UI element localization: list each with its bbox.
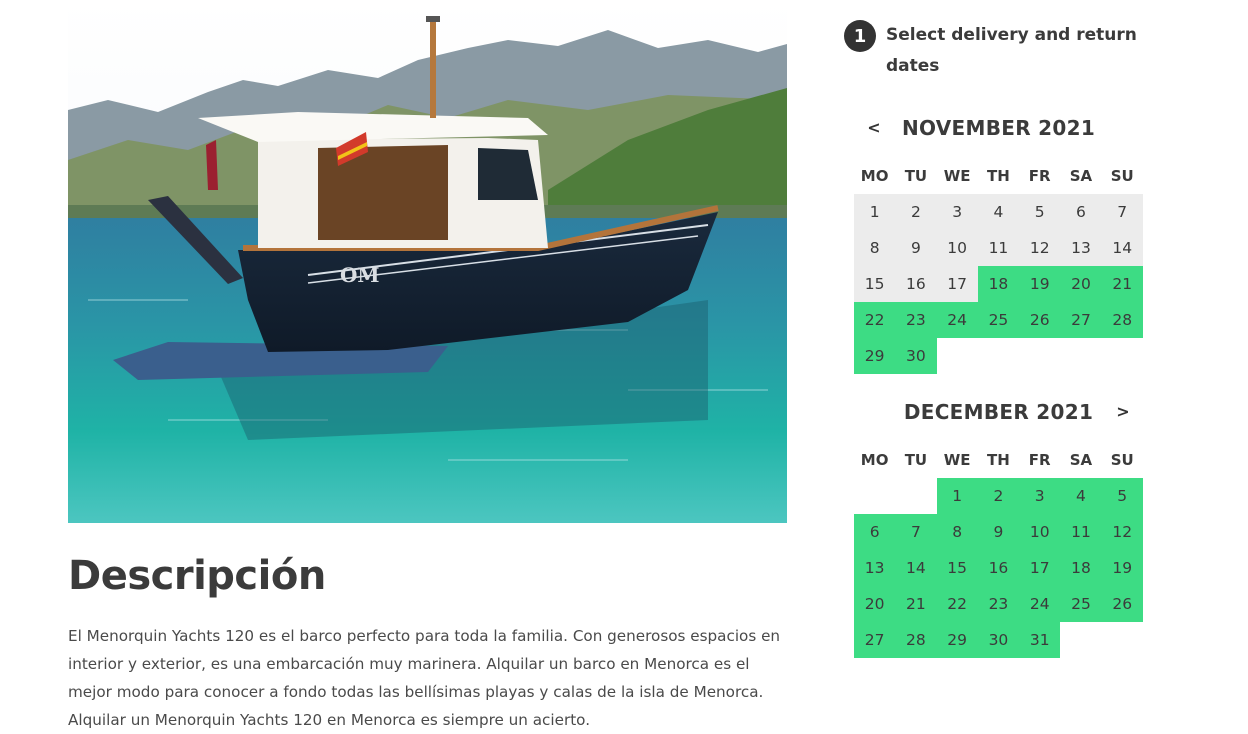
calendar-day-unavailable: 14 (1101, 230, 1143, 266)
calendar-day-available[interactable]: 3 (1019, 478, 1061, 514)
calendar-day-available[interactable]: 26 (1101, 586, 1143, 622)
calendar-header: < NOVEMBER 2021 (854, 110, 1143, 158)
calendar-day-available[interactable]: 19 (1101, 550, 1143, 586)
calendar-day-available[interactable]: 12 (1101, 514, 1143, 550)
weekday-header: MO (860, 451, 889, 469)
calendar-day-available[interactable]: 7 (895, 514, 937, 550)
calendar-empty-cell (854, 478, 895, 514)
weekday-header: WE (943, 451, 971, 469)
weekday-header: FR (1028, 451, 1051, 469)
next-month-button[interactable]: > (1111, 400, 1135, 424)
weekday-header: MO (860, 167, 889, 185)
calendar-day-available[interactable]: 22 (854, 302, 896, 338)
calendar-day-available[interactable]: 28 (895, 622, 937, 658)
calendar-day-available[interactable]: 15 (936, 550, 978, 586)
calendar-day-available[interactable]: 23 (977, 586, 1020, 622)
calendar-day-available[interactable]: 31 (1019, 622, 1061, 658)
calendar-day-available[interactable]: 23 (895, 302, 937, 338)
calendar-day-available[interactable]: 13 (854, 550, 896, 586)
calendar-day-available[interactable]: 2 (977, 478, 1020, 514)
calendar-day-unavailable: 5 (1019, 194, 1061, 230)
calendar-day-unavailable: 8 (854, 230, 896, 266)
weekday-header: FR (1028, 167, 1051, 185)
calendar-day-available[interactable]: 8 (936, 514, 978, 550)
calendar-day-unavailable: 3 (936, 194, 978, 230)
calendar-grid: MO TU WE TH FR SA SU 1 2 3 4 5 6 7 8 9 10 11 12 13 14 15 16 17 1… (854, 442, 1143, 658)
weekday-header: TH (987, 167, 1010, 185)
calendar-day-unavailable: 17 (936, 266, 978, 302)
calendar-day-unavailable: 2 (895, 194, 937, 230)
calendar-day-unavailable: 9 (895, 230, 937, 266)
calendar-day-available[interactable]: 25 (977, 302, 1020, 338)
weekday-header: WE (943, 167, 971, 185)
calendar-day-available[interactable]: 29 (936, 622, 978, 658)
calendar-day-available[interactable]: 11 (1060, 514, 1102, 550)
calendar-day-available[interactable]: 1 (936, 478, 978, 514)
calendar-empty-cell (895, 478, 936, 514)
calendar-day-unavailable: 11 (977, 230, 1020, 266)
calendar-day-available[interactable]: 21 (895, 586, 937, 622)
calendar-day-available[interactable]: 26 (1019, 302, 1061, 338)
calendar-day-available[interactable]: 27 (854, 622, 896, 658)
calendar-december: DECEMBER 2021 > MO TU WE TH FR SA SU 1 2 3 4 5 6 7 8 9 1… (854, 394, 1143, 658)
weekday-header: SU (1110, 451, 1134, 469)
calendar-day-unavailable: 15 (854, 266, 896, 302)
calendar-day-available[interactable]: 30 (895, 338, 937, 374)
calendar-day-available[interactable]: 16 (977, 550, 1020, 586)
step-title: Select delivery and return dates (886, 25, 1137, 76)
calendar-day-available[interactable]: 4 (1060, 478, 1102, 514)
calendar-day-available[interactable]: 17 (1019, 550, 1061, 586)
calendar-day-available[interactable]: 10 (1019, 514, 1061, 550)
calendar-day-unavailable: 16 (895, 266, 937, 302)
step-number-badge: 1 (844, 20, 876, 52)
calendar-day-available[interactable]: 21 (1101, 266, 1143, 302)
calendar-day-available[interactable]: 6 (854, 514, 896, 550)
weekday-header: SA (1069, 167, 1093, 185)
month-label: DECEMBER 2021 (903, 400, 1094, 424)
month-label: NOVEMBER 2021 (901, 116, 1096, 140)
calendar-day-unavailable: 10 (936, 230, 978, 266)
calendar-day-unavailable: 4 (977, 194, 1020, 230)
calendar-day-available[interactable]: 30 (977, 622, 1020, 658)
weekday-header: SU (1110, 167, 1134, 185)
calendar-day-available[interactable]: 19 (1019, 266, 1061, 302)
description-title: Descripción (68, 553, 326, 599)
calendar-day-unavailable: 13 (1060, 230, 1102, 266)
weekday-header: TU (904, 167, 928, 185)
calendar-day-available[interactable]: 18 (1060, 550, 1102, 586)
calendar-day-unavailable: 6 (1060, 194, 1102, 230)
weekday-header: TH (987, 451, 1010, 469)
calendar-day-available[interactable]: 18 (977, 266, 1020, 302)
calendar-day-available[interactable]: 24 (936, 302, 978, 338)
calendar-day-unavailable: 1 (854, 194, 896, 230)
calendar-day-unavailable: 7 (1101, 194, 1143, 230)
description-text: El Menorquin Yachts 120 es el barco perf… (68, 627, 781, 729)
calendar-day-available[interactable]: 5 (1101, 478, 1143, 514)
calendar-day-available[interactable]: 29 (854, 338, 896, 374)
boat-photo: OM (68, 0, 787, 523)
weekday-header: SA (1069, 451, 1093, 469)
calendar-day-available[interactable]: 20 (854, 586, 896, 622)
calendar-day-available[interactable]: 24 (1019, 586, 1061, 622)
svg-text:OM: OM (340, 263, 380, 287)
calendar-day-available[interactable]: 25 (1060, 586, 1102, 622)
calendar-day-available[interactable]: 20 (1060, 266, 1102, 302)
calendar-header: DECEMBER 2021 > (854, 394, 1143, 442)
calendar-november: < NOVEMBER 2021 MO TU WE TH FR SA SU 1 2 3 4 5 6 7 8 9 1… (854, 110, 1143, 374)
calendar-day-available[interactable]: 14 (895, 550, 937, 586)
calendar-day-available[interactable]: 28 (1101, 302, 1143, 338)
weekday-header: TU (904, 451, 928, 469)
calendar-day-available[interactable]: 27 (1060, 302, 1102, 338)
calendar-day-available[interactable]: 22 (936, 586, 978, 622)
calendar-day-unavailable: 12 (1019, 230, 1061, 266)
calendar-grid: MO TU WE TH FR SA SU 1 2 3 4 5 6 7 8 9 10 11 12 13 14 15 16 17 1… (854, 158, 1143, 374)
calendar-day-available[interactable]: 9 (977, 514, 1020, 550)
